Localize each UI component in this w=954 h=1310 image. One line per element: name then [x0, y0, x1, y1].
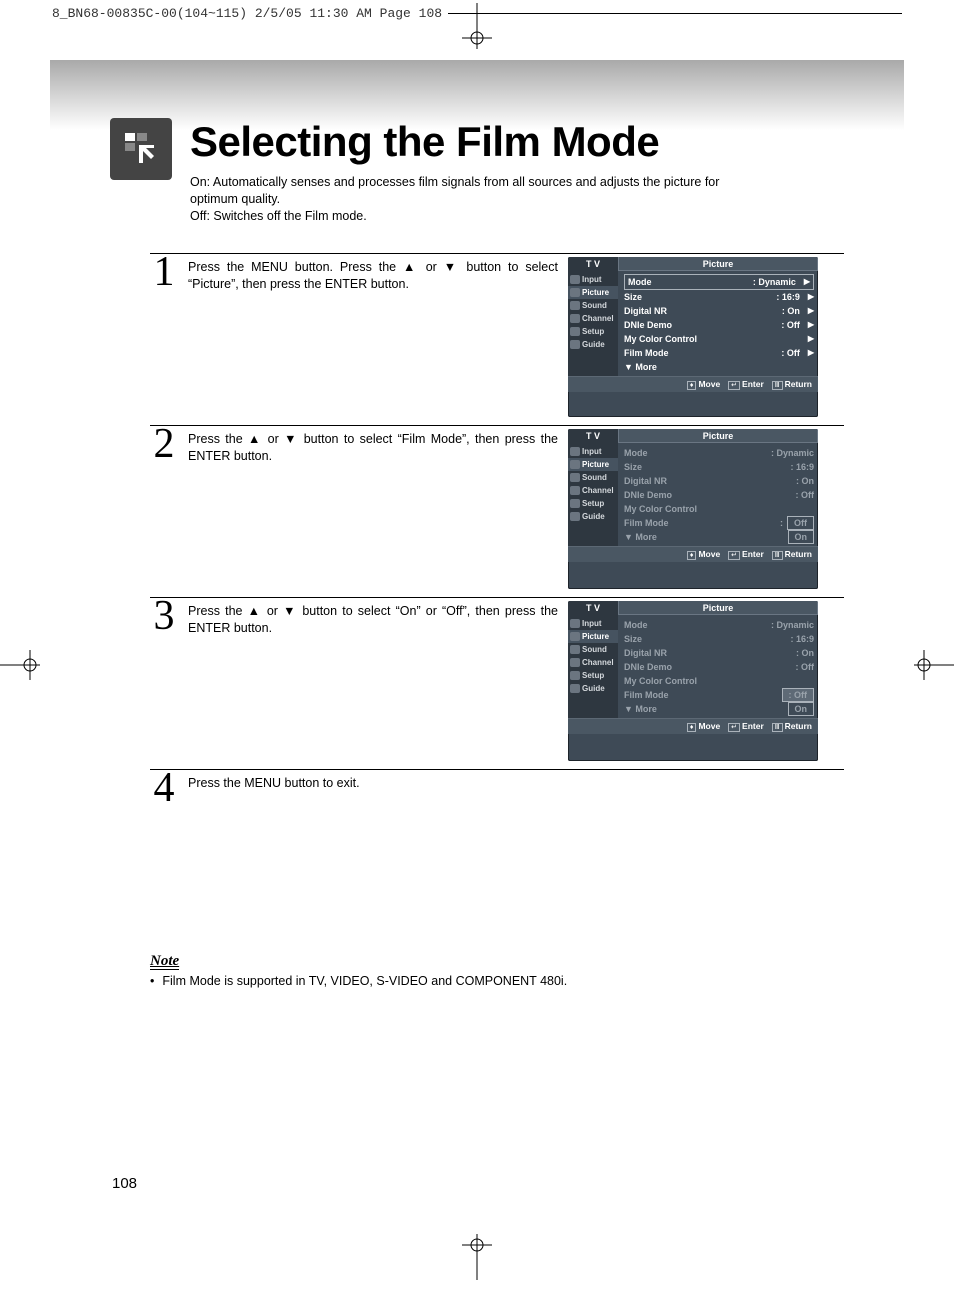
osd-row-size: Size: 16:9▶ — [624, 290, 814, 304]
step-4-number: 4 — [150, 770, 178, 813]
osd-row-dnie: DNIe Demo: Off▶ — [624, 318, 814, 332]
osd-side-setup: Setup — [568, 325, 618, 338]
osd-screenshot-3: T V Picture Input Picture Sound Channel … — [568, 601, 818, 761]
registration-mark-right — [914, 650, 954, 683]
note-heading: Note — [150, 953, 179, 970]
step-3-number: 3 — [150, 598, 178, 761]
print-header-text: 8_BN68-00835C-00(104~115) 2/5/05 11:30 A… — [52, 6, 442, 21]
note-bullet: • — [150, 974, 154, 988]
page-number: 108 — [112, 1175, 137, 1192]
page-title: Selecting the Film Mode — [190, 118, 750, 166]
osd-row-film: Film Mode: Off▶ — [624, 346, 814, 360]
osd-sidebar: Input Picture Sound Channel Setup Guide — [568, 271, 618, 376]
intro-on-text: On: Automatically senses and processes f… — [190, 174, 750, 208]
osd-screenshot-2: T V Picture Input Picture Sound Channel … — [568, 429, 818, 589]
osd-side-input: Input — [568, 273, 618, 286]
step-2-text: Press the ▲ or ▼ button to select “Film … — [188, 429, 558, 589]
note-text: Film Mode is supported in TV, VIDEO, S-V… — [162, 974, 567, 988]
osd-side-sound: Sound — [568, 299, 618, 312]
section-icon — [110, 118, 172, 180]
registration-mark-left — [0, 650, 40, 683]
step-2-number: 2 — [150, 426, 178, 589]
header-rule — [448, 13, 902, 14]
osd-screenshot-1: T V Picture Input Picture Sound Channel … — [568, 257, 818, 417]
osd-side-guide: Guide — [568, 338, 618, 351]
step-4-text: Press the MENU button to exit. — [188, 773, 844, 813]
osd-side-picture: Picture — [568, 286, 618, 299]
step-1-text: Press the MENU button. Press the ▲ or ▼ … — [188, 257, 558, 417]
step-3-text: Press the ▲ or ▼ button to select “On” o… — [188, 601, 558, 761]
osd-row-mcc: My Color Control▶ — [624, 332, 814, 346]
osd-side-channel: Channel — [568, 312, 618, 325]
osd-row-more: ▼ More — [624, 360, 814, 374]
step-1-number: 1 — [150, 254, 178, 417]
osd-tv-label: T V — [568, 257, 618, 271]
osd-main-panel: Mode: Dynamic▶ Size: 16:9▶ Digital NR: O… — [618, 271, 818, 376]
osd-panel-title: Picture — [618, 257, 818, 271]
osd-footer: ♦Move ↵Enter ⅢReturn — [568, 376, 818, 392]
osd-row-mode: Mode: Dynamic▶ — [624, 274, 814, 290]
registration-mark-top — [462, 3, 492, 49]
registration-mark-bottom — [462, 1234, 492, 1280]
osd-row-dnr: Digital NR: On▶ — [624, 304, 814, 318]
intro-off-text: Off: Switches off the Film mode. — [190, 208, 750, 225]
